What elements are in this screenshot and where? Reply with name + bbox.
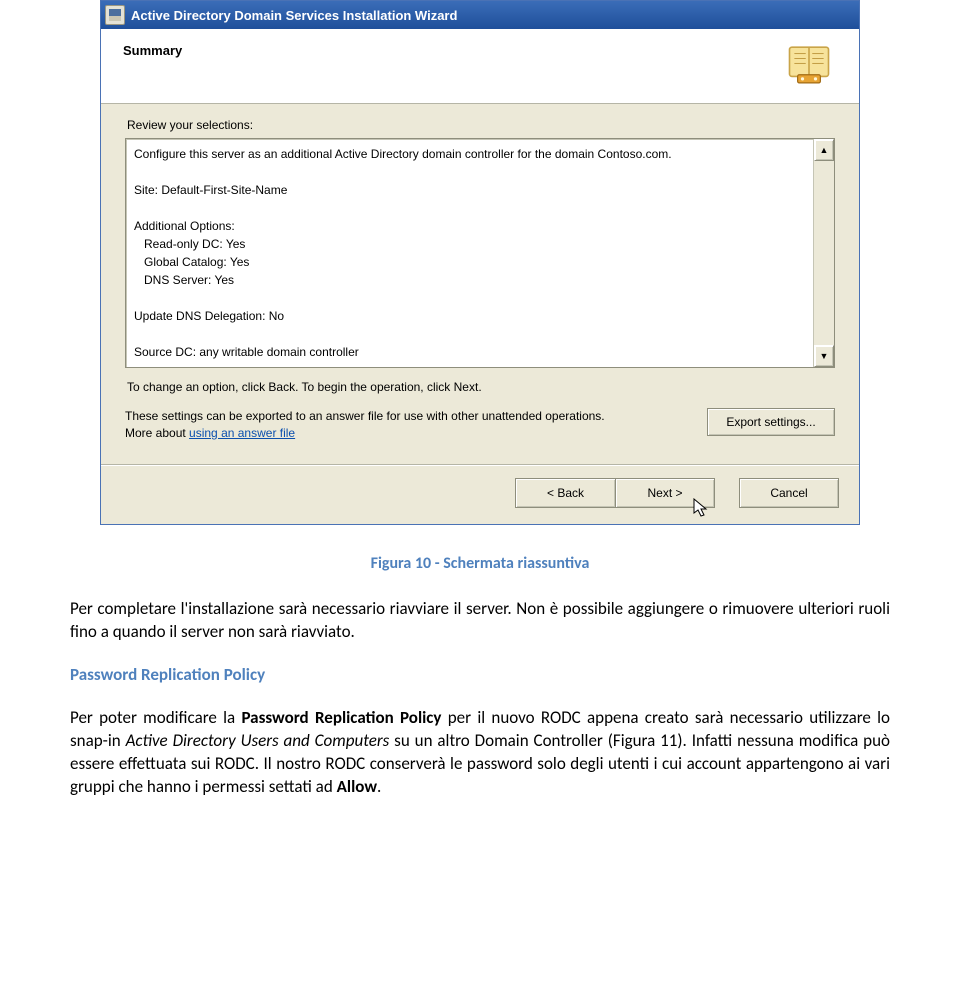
- scrollbar[interactable]: ▲ ▼: [813, 139, 834, 367]
- scroll-up-button[interactable]: ▲: [814, 139, 834, 161]
- p2-snapin: Active Directory Users and Computers: [126, 730, 390, 751]
- instruction-text: To change an option, click Back. To begi…: [127, 380, 835, 394]
- paragraph-1: Per completare l'installazione sarà nece…: [70, 598, 890, 644]
- titlebar: Active Directory Domain Services Install…: [101, 1, 859, 29]
- selections-panel: Configure this server as an additional A…: [125, 138, 835, 368]
- p2-text-a: Per poter modificare la: [70, 707, 241, 728]
- next-button[interactable]: Next >: [615, 478, 715, 508]
- review-label: Review your selections:: [127, 118, 835, 132]
- wizard-window: Active Directory Domain Services Install…: [100, 0, 860, 525]
- answer-file-link[interactable]: using an answer file: [189, 426, 295, 440]
- export-row: These settings can be exported to an ans…: [125, 408, 835, 442]
- scroll-track[interactable]: [814, 161, 834, 345]
- book-icon: [783, 39, 835, 91]
- document-body: Figura 10 - Schermata riassuntiva Per co…: [70, 553, 890, 799]
- figure-caption: Figura 10 - Schermata riassuntiva: [70, 553, 890, 575]
- export-desc-text: These settings can be exported to an ans…: [125, 409, 605, 423]
- window-title: Active Directory Domain Services Install…: [131, 8, 859, 23]
- p2-text-d: .: [377, 776, 381, 797]
- scroll-down-button[interactable]: ▼: [814, 345, 834, 367]
- wizard-footer: < Back Next > Cancel: [101, 466, 859, 524]
- app-icon: [105, 5, 125, 25]
- export-description: These settings can be exported to an ans…: [125, 408, 689, 442]
- back-button[interactable]: < Back: [515, 478, 615, 508]
- section-heading: Password Replication Policy: [70, 664, 890, 687]
- p2-policy: Password Replication Policy: [241, 707, 441, 728]
- page-title: Summary: [123, 43, 182, 58]
- p2-allow: Allow: [337, 776, 377, 797]
- more-about-prefix: More about: [125, 426, 189, 440]
- wizard-body: Review your selections: Configure this s…: [101, 104, 859, 446]
- wizard-banner: Summary: [101, 29, 859, 104]
- selections-text: Configure this server as an additional A…: [126, 139, 813, 367]
- cancel-button[interactable]: Cancel: [739, 478, 839, 508]
- export-settings-button[interactable]: Export settings...: [707, 408, 835, 436]
- paragraph-2: Per poter modificare la Password Replica…: [70, 707, 890, 799]
